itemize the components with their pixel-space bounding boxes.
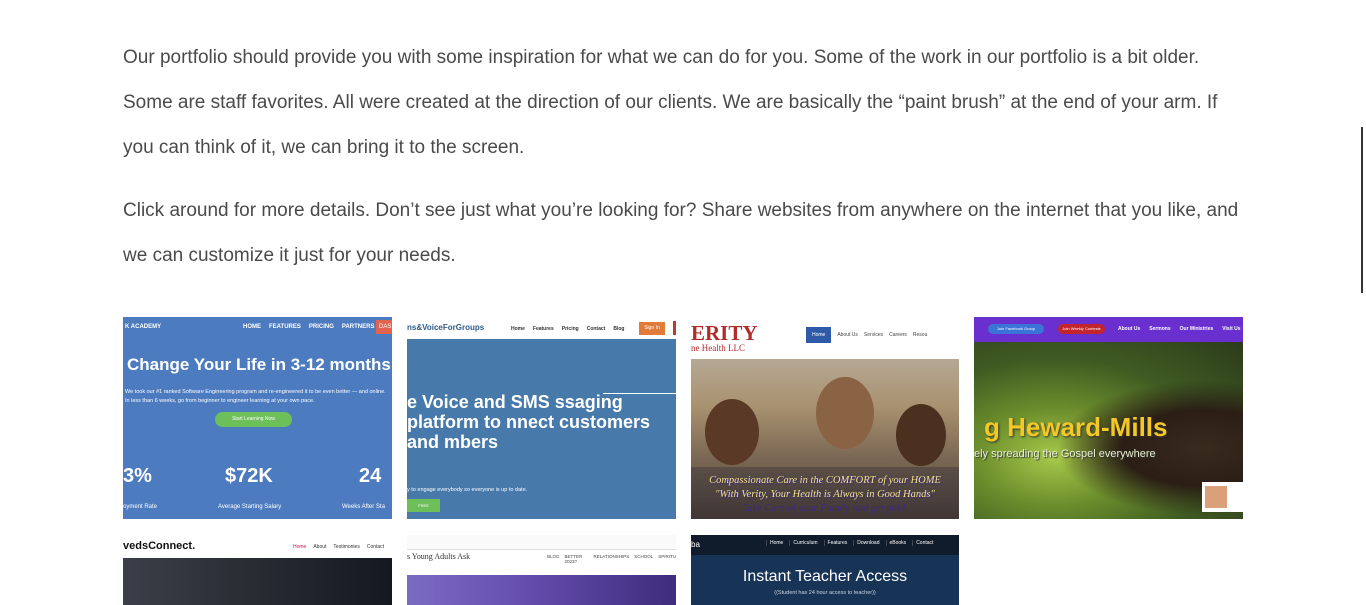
person-shape xyxy=(816,377,874,449)
thumb-nav-item: Our Ministries xyxy=(1179,326,1214,332)
thumb-stat-value: $72K xyxy=(225,465,273,487)
thumb-nav-item: PRICING xyxy=(308,324,334,330)
thumb-dashboard-button: DAS xyxy=(376,320,392,334)
intro-paragraph-2: Click around for more details. Don’t see… xyxy=(123,200,1239,266)
widget-avatar xyxy=(1205,486,1227,508)
thumb-nav-item: Home xyxy=(806,327,832,343)
thumb-subtext: ely spreading the Gospel everywhere xyxy=(974,448,1156,460)
thumb-caption: Compassionate Care in the COMFORT of you… xyxy=(709,475,941,486)
person-shape xyxy=(705,399,759,465)
thumb-nav-item: HOME xyxy=(243,324,261,330)
portfolio-item-teacher[interactable]: ba Home Curriculum Features Download eBo… xyxy=(691,535,959,605)
thumb-stat-value: 24 xyxy=(359,465,382,487)
thumb-facebook-pill: Join Facebook Group xyxy=(988,324,1044,334)
thumb-caption: Take Care of your Family and get paid. xyxy=(742,503,908,514)
thumb-chat-widget xyxy=(1202,482,1243,512)
portfolio-item-academy[interactable]: K ACADEMY HOME FEATURES PRICING PARTNERS… xyxy=(123,317,392,519)
thumb-headline: Instant Teacher Access xyxy=(742,568,908,585)
thumb-brand: s Young Adults Ask xyxy=(407,552,471,561)
thumb-nav-item: BLOG xyxy=(547,554,560,559)
thumb-subtext: ((Student has 24 hour access to teacher)… xyxy=(774,590,876,596)
intro-paragraph-1: Our portfolio should provide you with so… xyxy=(123,47,1218,158)
thumb-headline: Change Your Life in 3-12 months xyxy=(127,355,391,374)
thumb-nav-item: SPIRITU xyxy=(658,554,676,559)
thumb-brand: ba xyxy=(691,540,700,549)
thumb-photo xyxy=(407,575,676,605)
intro-text: Our portfolio should provide you with so… xyxy=(123,35,1243,296)
thumb-nav-item: Blog xyxy=(613,326,625,332)
portfolio-item-ministry[interactable]: Join Facebook Group Join Weekly Contests… xyxy=(974,317,1243,519)
thumb-nav: Home About Testimonies Contact xyxy=(293,544,384,550)
portfolio-item-connect[interactable]: vedsConnect. Home About Testimonies Cont… xyxy=(123,535,392,605)
thumb-nav-item: Curriculum xyxy=(789,540,818,546)
thumb-stat-label: oyment Rate xyxy=(123,504,158,510)
portfolio-item-young-adults[interactable]: s Young Adults Ask BLOG BETTER 2023? REL… xyxy=(407,535,676,605)
thumb-photo xyxy=(123,558,392,605)
thumb-nav-item: About Us xyxy=(1118,326,1141,332)
thumb-logo-subtitle: ne Health LLC xyxy=(691,343,745,353)
person-shape xyxy=(896,404,946,466)
thumb-cta: FREE xyxy=(407,499,440,512)
thumb-headline: e Voice and SMS ssaging platform to nnec… xyxy=(407,392,651,452)
thumb-nav: BLOG BETTER 2023? RELATIONSHIPS SCHOOL S… xyxy=(547,554,676,564)
thumb-nav-item: Contact xyxy=(366,544,385,550)
thumb-nav-item: Home xyxy=(511,326,525,332)
thumb-nav-item: Download xyxy=(853,540,880,546)
thumb-nav-item: Home xyxy=(766,540,783,546)
thumb-nav-item: About xyxy=(313,544,327,550)
thumb-nav-item: RELATIONSHIPS xyxy=(593,554,630,559)
thumb-nav: Home About Us Services Careers Resou xyxy=(806,327,927,343)
thumb-stat-label: Weeks After Sta xyxy=(342,504,385,510)
thumb-nav-item: About Us xyxy=(837,332,858,338)
thumb-nav-item: Contact xyxy=(912,540,933,546)
thumb-nav-item: Pricing xyxy=(561,326,579,332)
thumb-nav: About Us Sermons Our Ministries Visit Us xyxy=(1118,326,1241,332)
thumb-nav-item: Features xyxy=(823,540,847,546)
thumb-brand: ns&VoiceForGroups xyxy=(407,323,485,332)
thumb-nav-item: SCHOOL xyxy=(634,554,654,559)
scrollbar[interactable] xyxy=(1361,127,1363,293)
thumb-headline: g Heward-Mills xyxy=(984,412,1168,442)
thumb-nav-item: PARTNERS xyxy=(341,324,375,330)
thumb-brand: K ACADEMY xyxy=(125,324,162,330)
thumb-nav-item: Services xyxy=(863,332,884,338)
thumb-nav-item: FEATURES xyxy=(269,324,301,330)
thumb-brand: vedsConnect. xyxy=(123,540,196,552)
thumb-nav-item: Resou xyxy=(912,332,928,338)
thumb-nav-item: Careers xyxy=(889,332,907,338)
thumb-browser-bar xyxy=(407,535,676,550)
thumb-caption: "With Verity, Your Health is Always in G… xyxy=(715,489,935,500)
thumb-subtext: We took our #1 ranked Software Engineeri… xyxy=(125,389,386,404)
thumb-nav-item: Home xyxy=(293,544,307,550)
thumb-nav-item: Features xyxy=(532,326,554,332)
thumb-nav-item: Visit Us xyxy=(1222,326,1241,332)
thumb-nav-item: Contact xyxy=(586,326,606,332)
thumb-stat-label: Average Starting Salary xyxy=(218,504,282,510)
thumb-nav-item: eBooks xyxy=(885,540,906,546)
thumb-signin-button: Sign In xyxy=(639,322,665,335)
thumb-stat-value: 3% xyxy=(123,465,152,487)
thumb-nav: Home Curriculum Features Download eBooks… xyxy=(766,540,933,546)
thumb-nav-item: Testimonies xyxy=(333,544,360,550)
thumb-nav: Home Features Pricing Contact Blog xyxy=(511,326,624,332)
thumb-cta: Start Learning Now xyxy=(215,412,292,427)
thumb-nav-item: BETTER 2023? xyxy=(564,554,583,564)
thumb-contests-pill: Join Weekly Contests xyxy=(1058,324,1105,334)
portfolio-item-verity[interactable]: ERITY ne Health LLC Home About Us Servic… xyxy=(691,317,959,519)
thumb-nav: HOME FEATURES PRICING PARTNERS xyxy=(243,324,374,330)
thumb-accent xyxy=(673,321,676,335)
portfolio-item-voice[interactable]: ns&VoiceForGroups Home Features Pricing … xyxy=(407,317,676,519)
thumb-nav-item: Sermons xyxy=(1149,326,1171,332)
thumb-subtext: y to engage everybody so everyone is up … xyxy=(407,487,528,493)
